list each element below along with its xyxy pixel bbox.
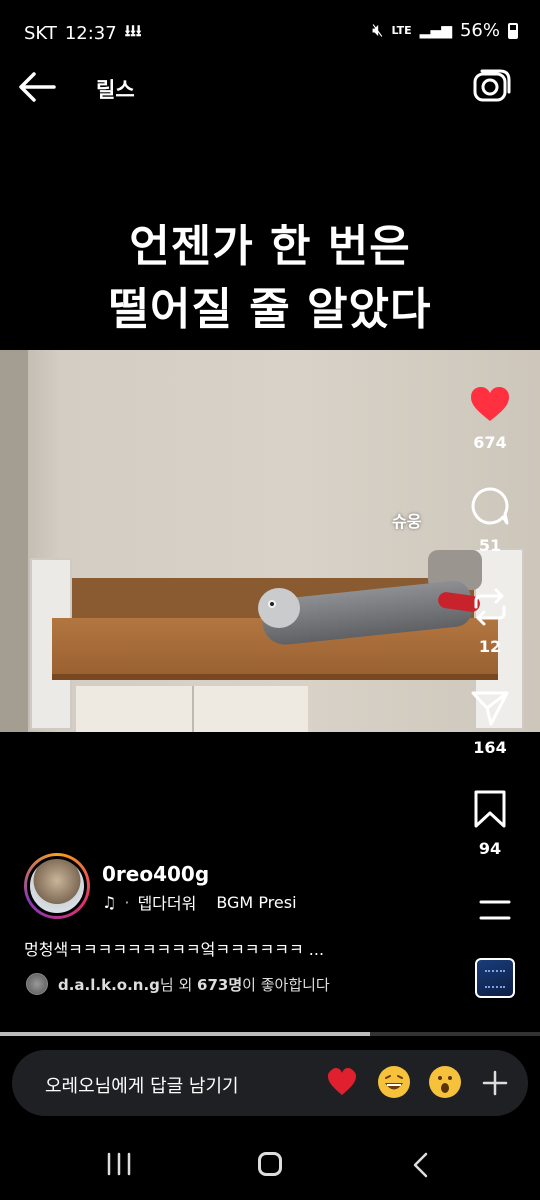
parrot-eye (268, 600, 276, 608)
music-title: 뎁다더워 (137, 894, 197, 913)
liked-by-user: d.a.l.k.o.n.g (58, 975, 160, 994)
box-divider (192, 686, 194, 732)
more-options-icon[interactable] (478, 899, 512, 921)
surprised-emoji-icon[interactable] (429, 1066, 461, 1098)
avatar[interactable] (27, 856, 87, 916)
heart-icon[interactable] (469, 385, 511, 423)
network-label: LTE (391, 24, 412, 37)
battery-percent: 56% (459, 20, 500, 41)
post-description[interactable]: 멍청색ㅋㅋㅋㅋㅋㅋㅋㅋㅋ엌ㅋㅋㅋㅋㅋㅋ ... (24, 936, 324, 960)
system-nav-bar (0, 1130, 540, 1200)
music-info[interactable]: ♫ · 뎁다더워 BGM Presi (102, 890, 297, 914)
nav-back-icon[interactable] (411, 1152, 431, 1178)
status-bar: SKT 12:37 ⭳⭳⭳ 🔇︎ LTE ▂▄▆ 56% (0, 0, 540, 60)
like-action[interactable]: 674 (440, 385, 540, 452)
carrier-label: SKT (24, 23, 57, 44)
battery-icon (508, 22, 518, 39)
save-action[interactable]: 94 (440, 789, 540, 858)
heart-emoji-icon[interactable] (326, 1066, 358, 1098)
clock: 12:37 (64, 23, 117, 44)
audio-thumbnail[interactable] (475, 958, 515, 998)
share-count: 164 (473, 738, 507, 757)
reply-input[interactable]: 오레오님에게 답글 남기기 (45, 1072, 239, 1098)
video-progress-fill (0, 1032, 370, 1036)
liked-by-suffix: 이 좋아합니다 (242, 975, 330, 994)
liked-by-avatar (26, 973, 48, 995)
download-icon: ⭳⭳⭳ (124, 21, 142, 40)
caption-line-2: 떨어질 줄 알았다 (108, 284, 432, 335)
profile-avatar-ring[interactable] (24, 853, 90, 919)
mute-icon: 🔇︎ (372, 20, 384, 41)
caption-line-1: 언젠가 한 번은 (129, 221, 411, 272)
parrot-head (258, 588, 300, 628)
video-overlay-text: 슈웅 (392, 512, 422, 531)
reel-caption: 언젠가 한 번은 떨어질 줄 알았다 (0, 215, 540, 341)
liked-by-row[interactable]: d.a.l.k.o.n.g님 외 673명이 좋아합니다 (26, 973, 330, 995)
separator-dot: · (124, 892, 130, 912)
comment-icon[interactable] (470, 486, 510, 526)
home-icon[interactable] (258, 1152, 282, 1176)
add-reaction-icon[interactable] (482, 1070, 508, 1096)
music-note-icon: ♫ (102, 892, 117, 912)
video-progress-bar[interactable] (0, 1032, 540, 1036)
music-bgm: BGM Presi (216, 892, 297, 912)
camera-icon[interactable] (472, 66, 512, 106)
laughing-emoji-icon[interactable] (378, 1066, 410, 1098)
header: 릴스 (0, 60, 540, 116)
save-count: 94 (478, 839, 502, 858)
comment-action[interactable]: 51 (440, 486, 540, 555)
signal-icon: ▂▄▆ (419, 22, 452, 39)
page-title: 릴스 (96, 78, 135, 102)
liked-by-text: d.a.l.k.o.n.g님 외 673명이 좋아합니다 (58, 974, 330, 995)
comment-count: 51 (478, 536, 502, 555)
like-count: 674 (473, 433, 507, 452)
liked-by-mid: 님 외 (159, 975, 198, 994)
username[interactable]: 0reo400g (102, 862, 209, 886)
back-arrow-icon[interactable] (18, 70, 56, 104)
reply-bar[interactable]: 오레오님에게 답글 남기기 (12, 1050, 528, 1116)
liked-by-count: 673명 (197, 975, 243, 994)
send-icon[interactable] (470, 688, 510, 728)
bookmark-icon[interactable] (472, 789, 508, 829)
recent-apps-icon[interactable] (105, 1152, 133, 1176)
repost-icon[interactable] (470, 587, 510, 627)
video-door-edge (0, 350, 28, 732)
repost-count: 12 (478, 637, 502, 656)
repost-action[interactable]: 12 (440, 587, 540, 656)
share-action[interactable]: 164 (440, 688, 540, 757)
